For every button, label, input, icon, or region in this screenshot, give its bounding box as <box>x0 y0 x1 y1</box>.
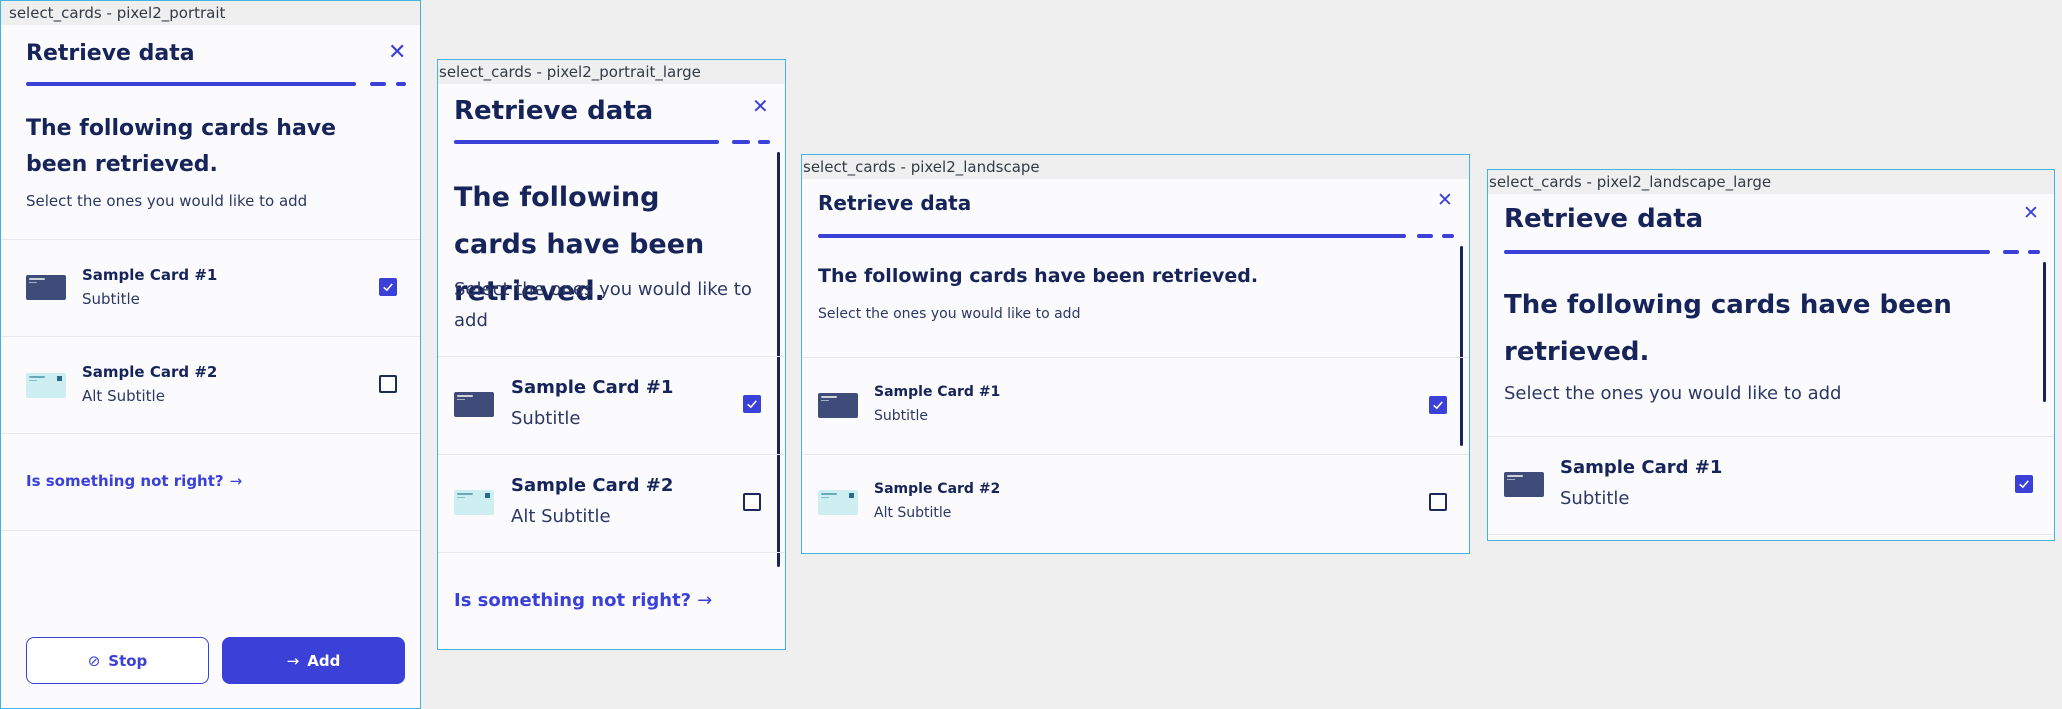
card-thumbnail <box>818 393 858 418</box>
close-icon[interactable]: ✕ <box>752 96 769 116</box>
card-checkbox[interactable] <box>1429 493 1447 511</box>
stop-button[interactable]: ⊘ Stop <box>26 637 209 684</box>
scrollbar[interactable] <box>2043 262 2046 402</box>
frame-label: select_cards - pixel2_portrait_large <box>438 60 785 84</box>
card-thumbnail <box>818 490 858 515</box>
close-icon[interactable]: ✕ <box>1437 191 1453 210</box>
divider <box>1 530 420 531</box>
divider <box>438 552 785 553</box>
card-row[interactable]: Sample Card #2 Alt Subtitle <box>1 337 420 433</box>
stop-label: Stop <box>108 651 148 670</box>
progress-bar <box>454 140 774 144</box>
card-name: Sample Card #2 <box>874 481 1001 497</box>
dialog-screen: Retrieve data ✕ The following cards have… <box>1 25 420 708</box>
card-subtitle: Subtitle <box>1560 488 1630 509</box>
card-name: Sample Card #2 <box>511 475 674 496</box>
card-checkbox[interactable] <box>379 375 397 393</box>
link-label: Is something not right? <box>454 590 692 611</box>
dialog-subheading: Select the ones you would like to add <box>26 192 308 210</box>
add-label: Add <box>307 651 341 670</box>
card-name: Sample Card #1 <box>1560 457 1723 478</box>
card-subtitle: Subtitle <box>82 290 140 308</box>
dialog-heading: The following cards have been retrieved. <box>818 265 1259 287</box>
frame-landscape: select_cards - pixel2_landscape Retrieve… <box>801 154 1470 554</box>
card-checkbox[interactable] <box>1429 396 1447 414</box>
stop-icon: ⊘ <box>87 651 101 670</box>
dialog-subheading: Select the ones you would like to add <box>818 306 1081 322</box>
not-right-link[interactable]: Is something not right? → <box>26 472 242 490</box>
card-checkbox[interactable] <box>2015 475 2033 493</box>
card-thumbnail <box>26 373 66 398</box>
dialog-title: Retrieve data <box>818 191 972 215</box>
dialog-screen: Retrieve data ✕ The following cards have… <box>438 84 785 649</box>
frame-label: select_cards - pixel2_portrait <box>1 1 420 25</box>
card-thumbnail <box>26 275 66 300</box>
frame-label: select_cards - pixel2_landscape <box>802 155 1469 179</box>
card-row[interactable]: Sample Card #1 Subtitle <box>438 357 785 454</box>
card-checkbox[interactable] <box>379 278 397 296</box>
not-right-link[interactable]: Is something not right? → <box>454 590 712 611</box>
dialog-subheading: Select the ones you would like to add <box>454 279 752 331</box>
close-icon[interactable]: ✕ <box>2023 204 2039 223</box>
card-subtitle: Alt Subtitle <box>511 506 611 527</box>
close-icon[interactable]: ✕ <box>388 42 406 64</box>
dialog-screen: Retrieve data ✕ The following cards have… <box>1488 194 2054 540</box>
dialog-heading: The following cards have been retrieved. <box>1504 290 1952 367</box>
divider <box>1488 534 2054 535</box>
card-thumbnail <box>1504 472 1544 497</box>
card-name: Sample Card #2 <box>82 363 218 381</box>
dialog-subheading: Select the ones you would like to add <box>1504 383 1842 404</box>
card-row[interactable]: Sample Card #2 Alt Subtitle <box>438 455 785 552</box>
frame-portrait: select_cards - pixel2_portrait Retrieve … <box>0 0 421 709</box>
add-button[interactable]: → Add <box>222 637 405 684</box>
dialog-title: Retrieve data <box>1504 204 1704 234</box>
dialog-heading: The following cards have been retrieved. <box>26 116 337 177</box>
arrow-right-icon: → <box>286 651 300 670</box>
card-row[interactable]: Sample Card #1 Subtitle <box>1 240 420 336</box>
card-checkbox[interactable] <box>743 395 761 413</box>
card-thumbnail <box>454 490 494 515</box>
card-name: Sample Card #1 <box>82 266 218 284</box>
card-thumbnail <box>454 392 494 417</box>
card-row[interactable]: Sample Card #2 Alt Subtitle <box>802 455 1469 551</box>
dialog-title: Retrieve data <box>26 41 195 66</box>
frame-portrait-large: select_cards - pixel2_portrait_large Ret… <box>437 59 786 650</box>
frame-landscape-large: select_cards - pixel2_landscape_large Re… <box>1487 169 2055 541</box>
card-name: Sample Card #1 <box>874 384 1001 400</box>
card-row[interactable]: Sample Card #1 Subtitle <box>1488 437 2054 534</box>
card-subtitle: Subtitle <box>874 408 929 424</box>
card-row[interactable]: Sample Card #1 Subtitle <box>802 358 1469 454</box>
card-subtitle: Alt Subtitle <box>874 505 952 521</box>
progress-bar <box>1504 250 2040 254</box>
divider <box>1 433 420 434</box>
card-checkbox[interactable] <box>743 493 761 511</box>
progress-bar <box>26 82 406 86</box>
dialog-title: Retrieve data <box>454 96 654 126</box>
card-name: Sample Card #1 <box>511 377 674 398</box>
link-label: Is something not right? <box>26 472 224 490</box>
frame-label: select_cards - pixel2_landscape_large <box>1488 170 2054 194</box>
dialog-screen: Retrieve data ✕ The following cards have… <box>802 179 1469 553</box>
arrow-right-icon: → <box>697 590 713 611</box>
card-subtitle: Subtitle <box>511 408 581 429</box>
card-subtitle: Alt Subtitle <box>82 387 165 405</box>
arrow-right-icon: → <box>229 472 243 490</box>
progress-bar <box>818 234 1454 238</box>
